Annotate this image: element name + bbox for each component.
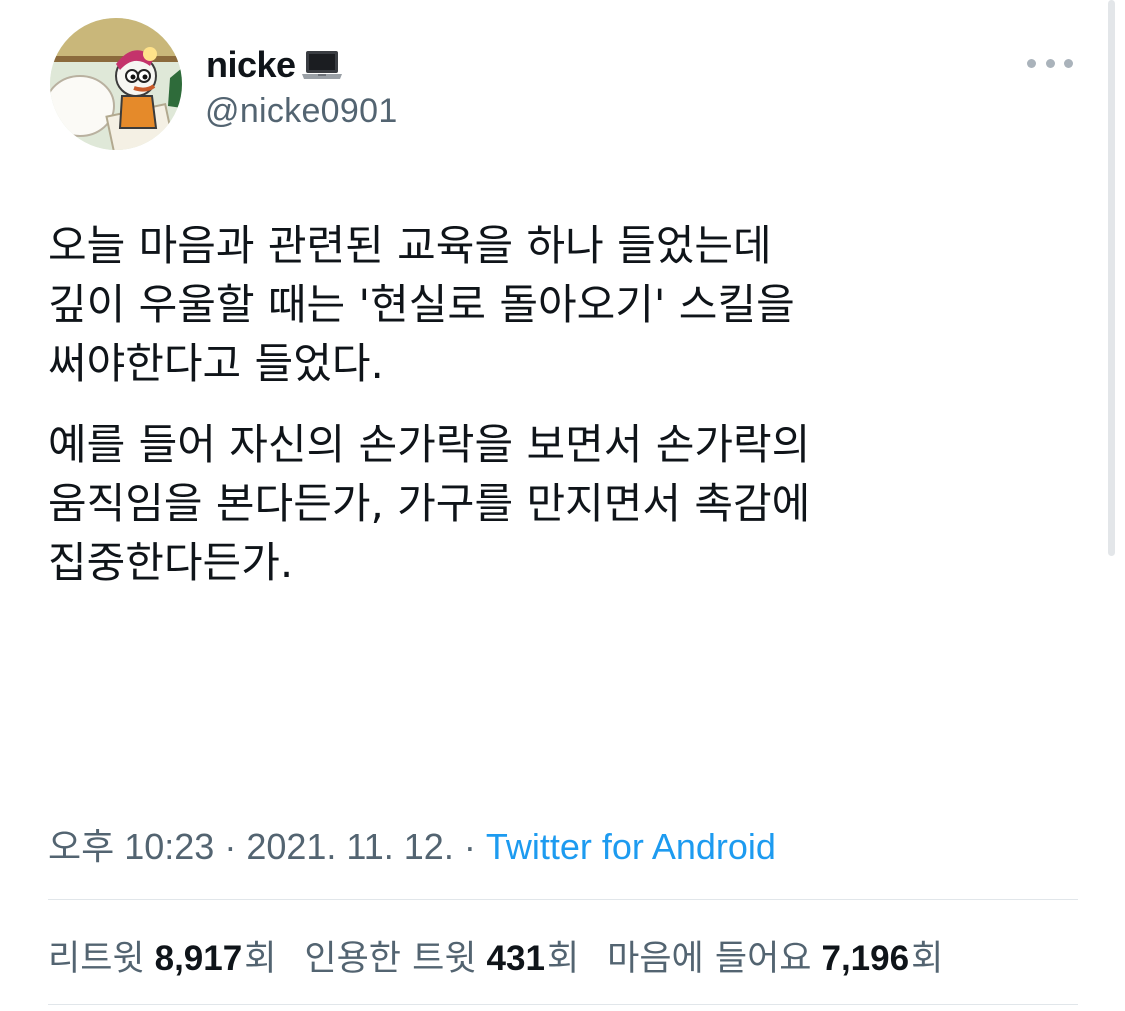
divider: [48, 1004, 1078, 1005]
avatar-cartoon-image: [50, 18, 182, 150]
divider: [48, 899, 1078, 900]
engagement-stats: 리트윗 8,917 회 인용한 트윗 431 회 마음에 들어요 7,196 회: [48, 930, 943, 981]
more-dot-icon: [1045, 58, 1055, 68]
tweet-line: 집중한다든가.: [48, 538, 294, 587]
tweet-line: 오늘 마음과 관련된 교육을 하나 들었는데: [48, 221, 772, 270]
tweet-text: 오늘 마음과 관련된 교육을 하나 들었는데 깊이 우울할 때는 '현실로 돌아…: [48, 216, 1088, 592]
retweets-count: 8,917: [154, 939, 243, 978]
quotes-label: 인용한 트윗: [304, 939, 477, 979]
retweets-unit: 회: [244, 939, 277, 979]
more-dot-icon: [1064, 58, 1073, 68]
laptop-icon: [300, 47, 344, 83]
quotes-unit: 회: [546, 939, 580, 979]
tweet-line: 깊이 우울할 때는 '현실로 돌아오기' 스킬을: [48, 280, 795, 329]
source-link[interactable]: Twitter for Android: [486, 826, 776, 867]
tweet-detail: nicke @nicke0901 오늘 마음과 관련된 교육을 하나 들었는데 …: [0, 0, 1125, 1011]
retweets-stat[interactable]: 리트윗 8,917 회: [48, 930, 276, 981]
likes-unit: 회: [911, 939, 944, 979]
scrollbar[interactable]: [1108, 0, 1115, 556]
avatar[interactable]: [50, 18, 182, 150]
more-options-button[interactable]: [1027, 50, 1073, 76]
tweet-line: 예를 들어 자신의 손가락을 보면서 손가락의: [48, 420, 811, 469]
display-name[interactable]: nicke: [206, 44, 296, 86]
tweet-line: 써야한다고 들었다.: [48, 339, 384, 388]
likes-label: 마음에 들어요: [607, 939, 812, 979]
timestamp[interactable]: 오후 10:23 · 2021. 11. 12. ·: [48, 826, 486, 867]
author-name-row[interactable]: nicke: [206, 40, 344, 90]
likes-stat[interactable]: 마음에 들어요 7,196 회: [607, 930, 943, 981]
quotes-stat[interactable]: 인용한 트윗 431 회: [304, 930, 579, 981]
likes-count: 7,196: [821, 939, 910, 978]
more-dot-icon: [1027, 58, 1036, 68]
retweets-label: 리트윗: [48, 939, 145, 979]
quotes-count: 431: [486, 939, 545, 978]
tweet-line: 움직임을 본다든가, 가구를 만지면서 촉감에: [48, 479, 811, 528]
tweet-meta: 오후 10:23 · 2021. 11. 12. · Twitter for A…: [48, 818, 776, 870]
user-handle[interactable]: @nicke0901: [205, 92, 398, 131]
